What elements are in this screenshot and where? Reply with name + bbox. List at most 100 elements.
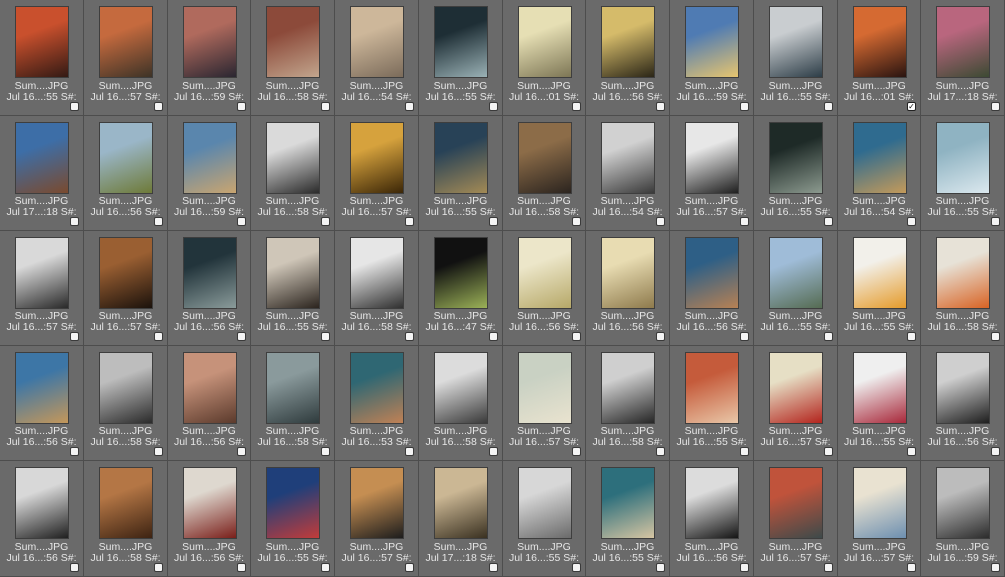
- photo-woman-sky-icon[interactable]: [15, 352, 69, 424]
- thumbnail-cell[interactable]: Sum....JPG Jul 16...:47 S#:: [419, 231, 503, 346]
- select-checkbox[interactable]: [656, 563, 665, 572]
- select-checkbox[interactable]: [572, 102, 581, 111]
- thumbnail-cell[interactable]: Sum....JPG Jul 16...:55 S#:: [670, 346, 754, 461]
- thumbnail-cell[interactable]: Sum....JPG Jul 16...:54 S#:: [335, 0, 419, 116]
- photo-rocky-beach-icon[interactable]: [266, 6, 320, 78]
- photo-swimsuit-bw-icon[interactable]: [15, 467, 69, 539]
- select-checkbox[interactable]: [991, 447, 1000, 456]
- select-checkbox[interactable]: [907, 217, 916, 226]
- select-checkbox[interactable]: [907, 332, 916, 341]
- select-checkbox[interactable]: ✓: [907, 102, 916, 111]
- thumbnail-cell[interactable]: Sum....JPG Jul 16...:56 S#:: [586, 231, 670, 346]
- select-checkbox[interactable]: [824, 563, 833, 572]
- select-checkbox[interactable]: [572, 447, 581, 456]
- photo-citrus-icon[interactable]: [350, 122, 404, 194]
- select-checkbox[interactable]: [321, 447, 330, 456]
- thumbnail-cell[interactable]: Sum....JPG Jul 16...:57 S#:: [754, 461, 838, 577]
- thumbnail-cell[interactable]: Sum....JPG Jul 16...:55 S#:: [0, 0, 84, 116]
- photo-lake-figure-icon[interactable]: [769, 6, 823, 78]
- select-checkbox[interactable]: [740, 102, 749, 111]
- select-checkbox[interactable]: [321, 217, 330, 226]
- thumbnail-cell[interactable]: Sum....JPG Jul 16...:56 S#:: [168, 346, 251, 461]
- photo-face-closeup-icon[interactable]: [183, 352, 237, 424]
- photo-pool-edge-icon[interactable]: [183, 237, 237, 309]
- select-checkbox[interactable]: [991, 102, 1000, 111]
- thumbnail-cell[interactable]: Sum....JPG Jul 16...:58 S#:: [419, 346, 503, 461]
- photo-sunset-figure-icon[interactable]: [183, 6, 237, 78]
- photo-striped-hat-icon[interactable]: [685, 352, 739, 424]
- thumbnail-cell[interactable]: Sum....JPG Jul 16...:53 S#:: [335, 346, 419, 461]
- thumbnail-cell[interactable]: Sum....JPG Jul 16...:58 S#:: [251, 116, 335, 231]
- photo-woman-hat-bw-icon[interactable]: [99, 352, 153, 424]
- thumbnail-cell[interactable]: Sum....JPG Jul 16...:55 S#:: [419, 116, 503, 231]
- select-checkbox[interactable]: [237, 447, 246, 456]
- thumbnail-cell[interactable]: Sum....JPG Jul 16...:56 S#:: [168, 231, 251, 346]
- thumbnail-cell[interactable]: Sum....JPG Jul 17...:18 S#:: [921, 0, 1005, 116]
- thumbnail-cell[interactable]: Sum....JPG Jul 16...:58 S#:: [921, 231, 1005, 346]
- select-checkbox[interactable]: [154, 447, 163, 456]
- select-checkbox[interactable]: [405, 102, 414, 111]
- select-checkbox[interactable]: [740, 217, 749, 226]
- thumbnail-cell[interactable]: Sum....JPG Jul 16...:56 S#:: [670, 461, 754, 577]
- photo-limes-box-icon[interactable]: [434, 237, 488, 309]
- thumbnail-cell[interactable]: Sum....JPG Jul 16...:57 S#:: [0, 231, 84, 346]
- thumbnail-cell[interactable]: Sum....JPG Jul 16...:57 S#:: [670, 116, 754, 231]
- select-checkbox[interactable]: [237, 102, 246, 111]
- thumbnail-cell[interactable]: Sum....JPG Jul 16...:56 S#:: [0, 346, 84, 461]
- select-checkbox[interactable]: [740, 447, 749, 456]
- photo-silhouette-sunset-icon[interactable]: [15, 6, 69, 78]
- thumbnail-cell[interactable]: Sum....JPG Jul 16...:55 S#:: [838, 231, 921, 346]
- thumbnail-cell[interactable]: Sum....JPG Jul 16...:55 S#:: [251, 231, 335, 346]
- photo-agave-mountain-icon[interactable]: [769, 237, 823, 309]
- select-checkbox[interactable]: [572, 217, 581, 226]
- select-checkbox[interactable]: [154, 102, 163, 111]
- photo-sunglasses-woman-icon[interactable]: [350, 467, 404, 539]
- select-checkbox[interactable]: [70, 102, 79, 111]
- thumbnail-cell[interactable]: Sum....JPG Jul 16...:56 S#:: [670, 231, 754, 346]
- select-checkbox[interactable]: [907, 563, 916, 572]
- thumbnail-cell[interactable]: Sum....JPG Jul 17...:18 S#:: [0, 116, 84, 231]
- photo-sea-sparkle-icon[interactable]: [769, 122, 823, 194]
- photo-sunglasses-shadow-icon[interactable]: [601, 6, 655, 78]
- photo-shuttlecock-icon[interactable]: [518, 352, 572, 424]
- photo-cowboy-portrait-icon[interactable]: [266, 122, 320, 194]
- thumbnail-cell[interactable]: Sum....JPG Jul 16...:55 S#:: [921, 116, 1005, 231]
- select-checkbox[interactable]: [70, 447, 79, 456]
- thumbnail-cell[interactable]: Sum....JPG Jul 16...:56 S#:: [0, 461, 84, 577]
- photo-wave-icon[interactable]: [601, 467, 655, 539]
- thumbnail-cell[interactable]: Sum....JPG Jul 16...:57 S#:: [84, 231, 168, 346]
- thumbnail-cell[interactable]: Sum....JPG Jul 16...:58 S#:: [251, 346, 335, 461]
- thumbnail-cell[interactable]: Sum....JPG Jul 16...:01 S#: ✓: [838, 0, 921, 116]
- thumbnail-cell[interactable]: Sum....JPG Jul 16...:57 S#:: [503, 346, 586, 461]
- select-checkbox[interactable]: [572, 332, 581, 341]
- photo-swimmer-icon[interactable]: [434, 6, 488, 78]
- thumbnail-cell[interactable]: Sum....JPG Jul 16...:59 S#:: [921, 461, 1005, 577]
- thumbnail-cell[interactable]: Sum....JPG Jul 16...:58 S#:: [84, 461, 168, 577]
- photo-cactus-bloom-icon[interactable]: [183, 122, 237, 194]
- thumbnail-cell[interactable]: Sum....JPG Jul 16...:56 S#:: [168, 461, 251, 577]
- select-checkbox[interactable]: [70, 217, 79, 226]
- photo-hat-woman-icon[interactable]: [685, 237, 739, 309]
- select-checkbox[interactable]: [405, 217, 414, 226]
- photo-bicycle-icon[interactable]: [601, 352, 655, 424]
- photo-woman-bw-icon[interactable]: [685, 122, 739, 194]
- photo-ship-rail-icon[interactable]: [601, 122, 655, 194]
- photo-surfer-cliff-icon[interactable]: [685, 467, 739, 539]
- thumbnail-cell[interactable]: Sum....JPG Jul 17...:18 S#:: [419, 461, 503, 577]
- thumbnail-cell[interactable]: Sum....JPG Jul 16...:57 S#:: [335, 116, 419, 231]
- select-checkbox[interactable]: [154, 563, 163, 572]
- select-checkbox[interactable]: [740, 332, 749, 341]
- thumbnail-cell[interactable]: Sum....JPG Jul 16...:54 S#:: [586, 116, 670, 231]
- photo-perfume-icon[interactable]: [518, 237, 572, 309]
- thumbnail-cell[interactable]: Sum....JPG Jul 16...:55 S#:: [251, 461, 335, 577]
- select-checkbox[interactable]: [237, 563, 246, 572]
- select-checkbox[interactable]: [489, 447, 498, 456]
- photo-cactus-field-icon[interactable]: [99, 122, 153, 194]
- photo-palm-woman-icon[interactable]: [434, 352, 488, 424]
- select-checkbox[interactable]: [740, 563, 749, 572]
- thumbnail-cell[interactable]: Sum....JPG Jul 16...:56 S#:: [84, 116, 168, 231]
- select-checkbox[interactable]: [70, 563, 79, 572]
- photo-wet-hair-icon[interactable]: [853, 122, 907, 194]
- photo-skin-shoulder-icon[interactable]: [99, 237, 153, 309]
- select-checkbox[interactable]: [824, 447, 833, 456]
